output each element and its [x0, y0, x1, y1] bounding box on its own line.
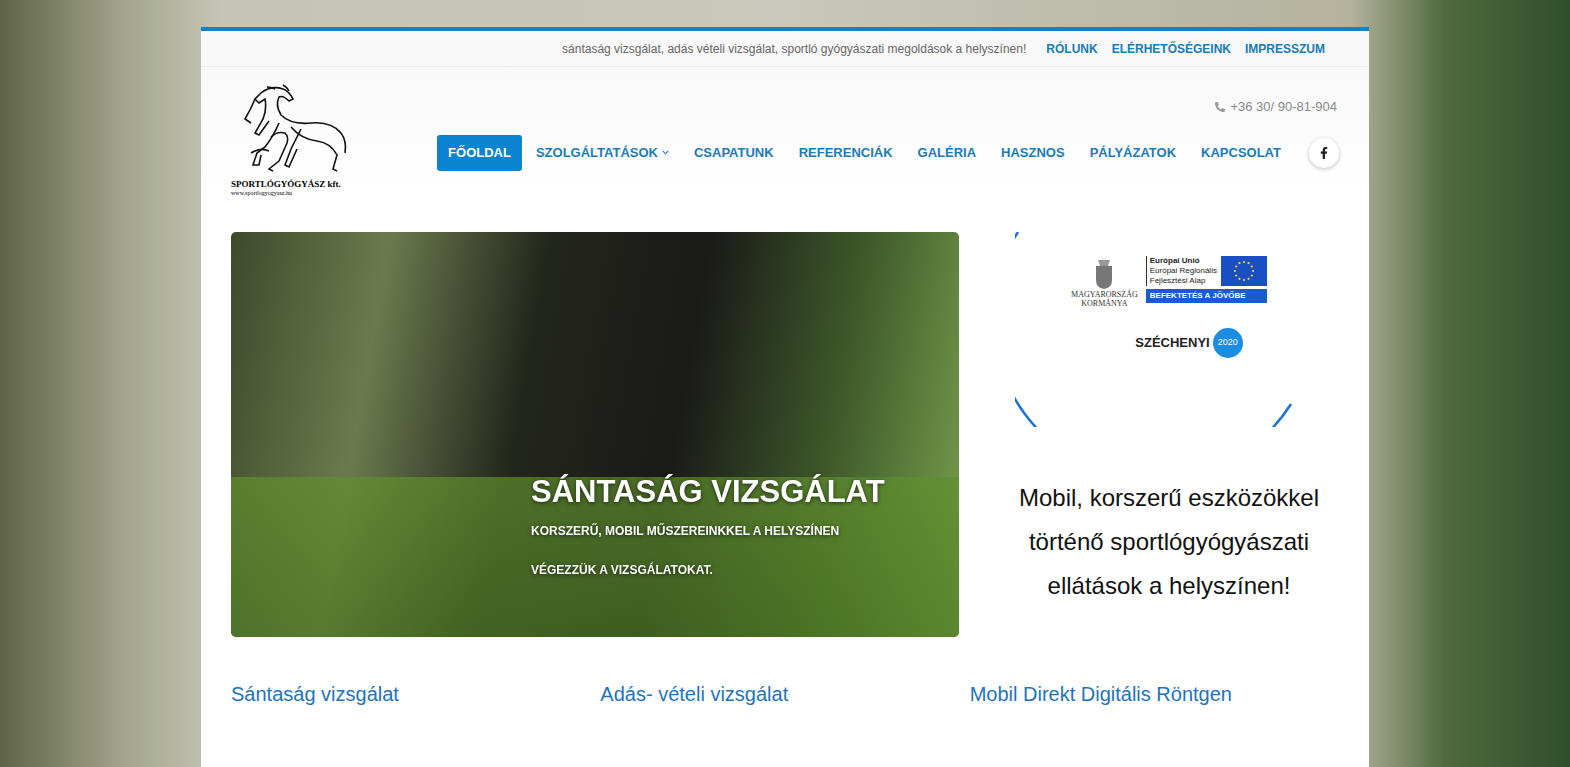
logo-name: SPORTLÓGYÓGYÁSZ kft.: [231, 179, 341, 189]
badge-logos: MAGYARORSZÁGKORMÁNYAEurópai UnióEurópai …: [1071, 256, 1267, 308]
program-pin: 2020: [1213, 328, 1243, 358]
szechenyi-logo: SZÉCHENYI2020: [1135, 328, 1242, 358]
nav-item[interactable]: CSAPATUNK: [683, 135, 785, 171]
hero-title: SÁNTASÁG VIZSGÁLAT: [531, 472, 885, 512]
top-link[interactable]: IMPRESSZUM: [1245, 40, 1325, 58]
horses-logo-icon: [231, 83, 355, 179]
phone-icon: [1215, 102, 1225, 112]
side-column: MAGYARORSZÁGKORMÁNYAEurópai UnióEurópai …: [999, 232, 1339, 637]
top-link[interactable]: ELÉRHETŐSÉGEINK: [1112, 40, 1231, 58]
eu-logo: Európai UnióEurópai RegionálisFejlesztés…: [1146, 256, 1267, 303]
nav-item[interactable]: FŐOLDAL: [437, 135, 522, 171]
nav-item[interactable]: GALÉRIA: [907, 135, 988, 171]
service-link[interactable]: Adás- vételi vizsgálat: [600, 679, 969, 709]
hero-line: VÉGEZZÜK A VIZSGÁLATOKAT.: [531, 551, 885, 590]
facebook-button[interactable]: [1309, 138, 1339, 168]
top-links: RÓLUNK ELÉRHETŐSÉGEINK IMPRESSZUM: [1046, 40, 1325, 58]
content: SÁNTASÁG VIZSGÁLATKORSZERŰ, MOBIL MŰSZER…: [201, 232, 1369, 637]
nav-item[interactable]: REFERENCIÁK: [788, 135, 904, 171]
header: SPORTLÓGYÓGYÁSZ kft.www.sportlogyogyasz.…: [201, 67, 1369, 197]
hero-caption: SÁNTASÁG VIZSGÁLATKORSZERŰ, MOBIL MŰSZER…: [531, 472, 885, 590]
logo[interactable]: SPORTLÓGYÓGYÁSZ kft.www.sportlogyogyasz.…: [231, 83, 359, 197]
eu-badge: MAGYARORSZÁGKORMÁNYAEurópai UnióEurópai …: [1029, 232, 1309, 424]
main-nav: FŐOLDALSZOLGÁLTATÁSOKCSAPATUNKREFERENCIÁ…: [437, 135, 1339, 171]
nav-item[interactable]: SZOLGÁLTATÁSOK: [525, 135, 680, 171]
site-container: sántaság vizsgálat, adás vételi vizsgála…: [201, 27, 1369, 767]
badge-arc-icon: [1015, 232, 1305, 427]
side-text: Mobil, korszerű eszközökkel történő spor…: [999, 476, 1339, 608]
phone[interactable]: +36 30/ 90-81-904: [1215, 97, 1337, 117]
page: sántaság vizsgálat, adás vételi vizsgála…: [0, 0, 1570, 767]
header-right: +36 30/ 90-81-904 FŐOLDALSZOLGÁLTATÁSOKCS…: [437, 83, 1339, 197]
tagline: sántaság vizsgálat, adás vételi vizsgála…: [562, 40, 1026, 58]
logo-url: www.sportlogyogyasz.hu: [231, 189, 292, 197]
top-bar: sántaság vizsgálat, adás vételi vizsgála…: [201, 31, 1369, 67]
nav-item[interactable]: HASZNOS: [990, 135, 1076, 171]
hero-slide[interactable]: SÁNTASÁG VIZSGÁLATKORSZERŰ, MOBIL MŰSZER…: [231, 232, 959, 637]
service-link[interactable]: Mobil Direkt Digitális Röntgen: [970, 679, 1339, 709]
eu-slogan: BEFEKTETÉS A JÖVŐBE: [1146, 289, 1267, 303]
service-link[interactable]: Sántaság vizsgálat: [231, 679, 600, 709]
chevron-down-icon: [662, 149, 669, 156]
services: Sántaság vizsgálatAdás- vételi vizsgálat…: [201, 679, 1369, 709]
nav-item[interactable]: PÁLYÁZATOK: [1079, 135, 1187, 171]
top-link[interactable]: RÓLUNK: [1046, 40, 1097, 58]
hero-line: KORSZERŰ, MOBIL MŰSZEREINKKEL A HELYSZÍN…: [531, 512, 885, 551]
facebook-icon: [1318, 147, 1330, 159]
eu-flag-icon: [1221, 256, 1267, 286]
crest-icon: [1093, 256, 1115, 290]
government-logo: MAGYARORSZÁGKORMÁNYA: [1071, 256, 1138, 308]
nav-item[interactable]: KAPCSOLAT: [1190, 135, 1292, 171]
